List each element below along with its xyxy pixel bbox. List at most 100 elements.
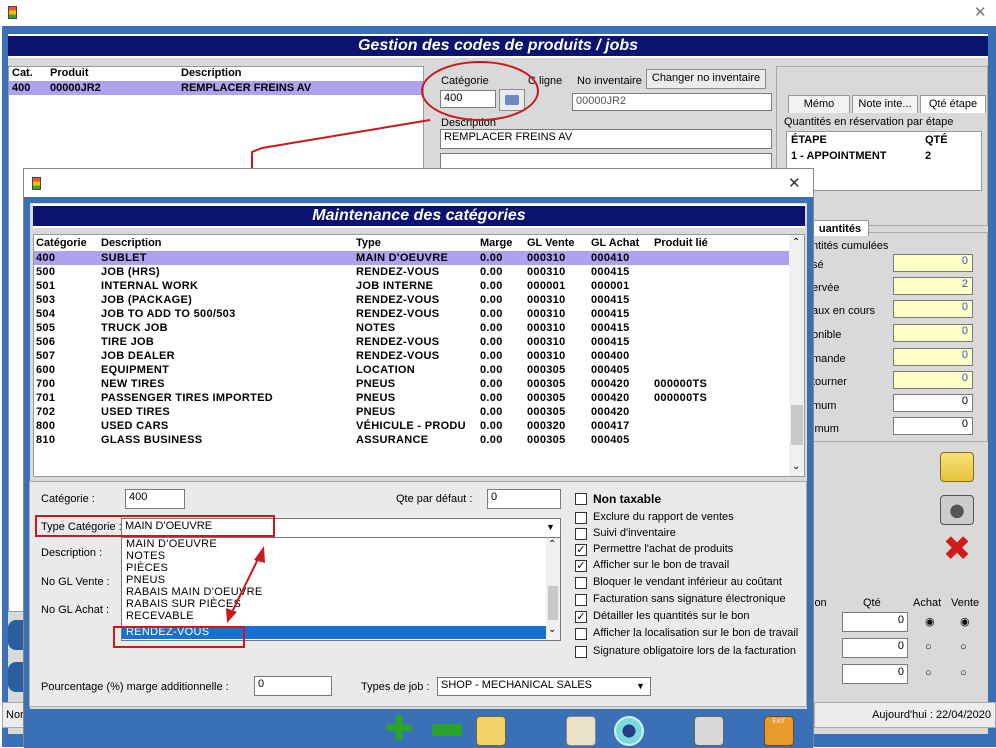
checkbox-7[interactable]: ✓ <box>575 611 587 623</box>
col-header-produit[interactable]: Produit <box>50 67 89 79</box>
dropdown-scroll-up-icon[interactable]: ⌃ <box>548 539 556 550</box>
add-icon[interactable]: ✚ <box>384 712 414 746</box>
achat-radio-1[interactable]: ○ <box>925 641 932 653</box>
checkbox-1[interactable] <box>575 512 587 524</box>
type-option-pneus[interactable]: PNEUS <box>126 574 165 586</box>
type-dropdown-icon[interactable]: ▼ <box>546 522 555 532</box>
cell-cat: 506 <box>36 336 56 348</box>
tab-quantites[interactable]: uantités <box>811 220 869 236</box>
checkbox-9[interactable] <box>575 646 587 658</box>
th-categorie[interactable]: Catégorie <box>36 237 87 249</box>
exit-icon[interactable]: EXIT <box>764 716 794 746</box>
dropdown-scroll-thumb[interactable] <box>548 586 558 620</box>
checkbox-0[interactable] <box>575 493 587 505</box>
th-gl-achat[interactable]: GL Achat <box>591 237 639 249</box>
table-row[interactable]: 400 SUBLET MAIN D'OEUVRE 0.00 000310 000410 <box>34 251 790 265</box>
checkbox-2[interactable] <box>575 528 587 540</box>
type-option-rabais-pieces[interactable]: RABAIS SUR PIÈCES <box>126 598 241 610</box>
type-option-rabais-main[interactable]: RABAIS MAIN D'OEUVRE <box>126 586 262 598</box>
inventaire-field[interactable]: 00000JR2 <box>572 93 772 111</box>
scroll-thumb[interactable] <box>791 405 803 445</box>
pourcentage-field[interactable]: 0 <box>254 676 332 696</box>
view-icon[interactable] <box>614 716 644 746</box>
table-row[interactable]: 810 GLASS BUSINESS ASSURANCE 0.00 000305 0004… <box>34 433 790 447</box>
type-option-main-doeuvre[interactable]: MAIN D'OEUVRE <box>126 538 217 550</box>
types-job-select[interactable]: SHOP - MECHANICAL SALES <box>437 677 651 696</box>
cell-cat: 507 <box>36 350 56 362</box>
type-option-pieces[interactable]: PIÈCES <box>126 562 168 574</box>
th-produit-lie[interactable]: Produit lié <box>654 237 708 249</box>
table-row[interactable]: 505 TRUCK JOB NOTES 0.00 000310 000415 <box>34 321 790 335</box>
vente-radio-1[interactable]: ○ <box>960 641 967 653</box>
bottom-qte-0[interactable]: 0 <box>842 612 908 632</box>
changer-inventaire-button[interactable]: Changer no inventaire <box>646 69 766 89</box>
qty-label-7: imum <box>812 423 839 435</box>
vente-radio-0[interactable]: ◉ <box>960 615 970 628</box>
achat-radio-0[interactable]: ◉ <box>925 615 935 628</box>
dialog-app-icon <box>32 177 41 190</box>
table-row[interactable]: 701 PASSENGER TIRES IMPORTED PNEUS 0.00 0003… <box>34 391 790 405</box>
form-categorie-field[interactable]: 400 <box>125 489 185 509</box>
camera-icon[interactable] <box>940 495 974 525</box>
main-close-icon[interactable]: ✕ <box>974 3 987 21</box>
col-header-description[interactable]: Description <box>181 67 242 79</box>
delete-icon[interactable]: ✖ <box>940 532 974 567</box>
col-header-cat[interactable]: Cat. <box>12 67 33 79</box>
qty-value-5: 0 <box>893 371 973 389</box>
dropdown-scroll-down-icon[interactable]: ⌄ <box>548 624 556 635</box>
qty-label-5: tourner <box>812 376 847 388</box>
th-marge[interactable]: Marge <box>480 237 512 249</box>
cell-desc: INTERNAL WORK <box>101 280 199 292</box>
tab-qte-etape[interactable]: Qté étape <box>920 95 986 113</box>
table-row[interactable]: 507 JOB DEALER RENDEZ-VOUS 0.00 000310 000400 <box>34 349 790 363</box>
side-knob-1[interactable] <box>8 620 24 650</box>
bottom-qte-1[interactable]: 0 <box>842 638 908 658</box>
etape-table[interactable]: ÉTAPE QTÉ 1 - APPOINTMENT 2 <box>786 131 982 191</box>
qte-defaut-field[interactable]: 0 <box>487 489 561 509</box>
achat-radio-2[interactable]: ○ <box>925 667 932 679</box>
bottom-qte-2[interactable]: 0 <box>842 664 908 684</box>
tab-note-interne[interactable]: Note inte... <box>852 95 918 113</box>
table-row[interactable]: 600 EQUIPMENT LOCATION 0.00 000305 000405 <box>34 363 790 377</box>
cell-glv: 000310 <box>527 336 566 348</box>
table-row[interactable]: 506 TIRE JOB RENDEZ-VOUS 0.00 000310 000415 <box>34 335 790 349</box>
type-option-notes[interactable]: NOTES <box>126 550 165 562</box>
checkbox-6[interactable] <box>575 594 587 606</box>
search-icon[interactable] <box>566 716 596 746</box>
tab-memo[interactable]: Mémo <box>788 95 850 113</box>
list-item[interactable]: 400 00000JR2 REMPLACER FREINS AV <box>9 81 423 95</box>
types-job-dropdown-icon[interactable]: ▼ <box>636 681 645 691</box>
table-row[interactable]: 500 JOB (HRS) RENDEZ-VOUS 0.00 000310 000415 <box>34 265 790 279</box>
th-description[interactable]: Description <box>101 237 162 249</box>
dialog-close-icon[interactable]: ✕ <box>788 174 801 192</box>
type-option-recevable[interactable]: RECEVABLE <box>126 610 194 622</box>
checkbox-label-0: Non taxable <box>593 492 662 506</box>
categories-table[interactable]: Catégorie Description Type Marge GL Vent… <box>33 234 805 477</box>
dropdown-scrollbar[interactable]: ⌃ ⌄ <box>546 538 560 640</box>
scroll-up-icon[interactable]: ⌃ <box>792 237 800 248</box>
vente-radio-2[interactable]: ○ <box>960 667 967 679</box>
remove-icon[interactable] <box>432 724 462 736</box>
print-icon[interactable] <box>694 716 724 746</box>
cumulees-label: ntités cumulées <box>812 240 889 252</box>
th-type[interactable]: Type <box>356 237 381 249</box>
table-scrollbar[interactable]: ⌃ ⌄ <box>789 235 804 476</box>
folder-icon[interactable] <box>940 452 974 482</box>
table-row[interactable]: 800 USED CARS VÉHICULE - PRODU 0.00 000320 00… <box>34 419 790 433</box>
table-row[interactable]: 501 INTERNAL WORK JOB INTERNE 0.00 000001 000… <box>34 279 790 293</box>
scroll-down-icon[interactable]: ⌄ <box>792 461 800 472</box>
side-knob-2[interactable] <box>8 662 24 692</box>
th-gl-vente[interactable]: GL Vente <box>527 237 574 249</box>
checkbox-5[interactable] <box>575 577 587 589</box>
checkbox-8[interactable] <box>575 628 587 640</box>
checkbox-4[interactable]: ✓ <box>575 560 587 572</box>
table-row[interactable]: 702 USED TIRES PNEUS 0.00 000305 000420 <box>34 405 790 419</box>
qty-value-6[interactable]: 0 <box>893 394 973 412</box>
qty-value-7[interactable]: 0 <box>893 417 973 435</box>
description-field[interactable]: REMPLACER FREINS AV <box>440 129 772 149</box>
table-row[interactable]: 504 JOB TO ADD TO 500/503 RENDEZ-VOUS 0.00 0… <box>34 307 790 321</box>
table-row[interactable]: 700 NEW TIRES PNEUS 0.00 000305 000420 000000T… <box>34 377 790 391</box>
table-row[interactable]: 503 JOB (PACKAGE) RENDEZ-VOUS 0.00 000310 000… <box>34 293 790 307</box>
save-icon[interactable] <box>476 716 506 746</box>
checkbox-3[interactable]: ✓ <box>575 544 587 556</box>
